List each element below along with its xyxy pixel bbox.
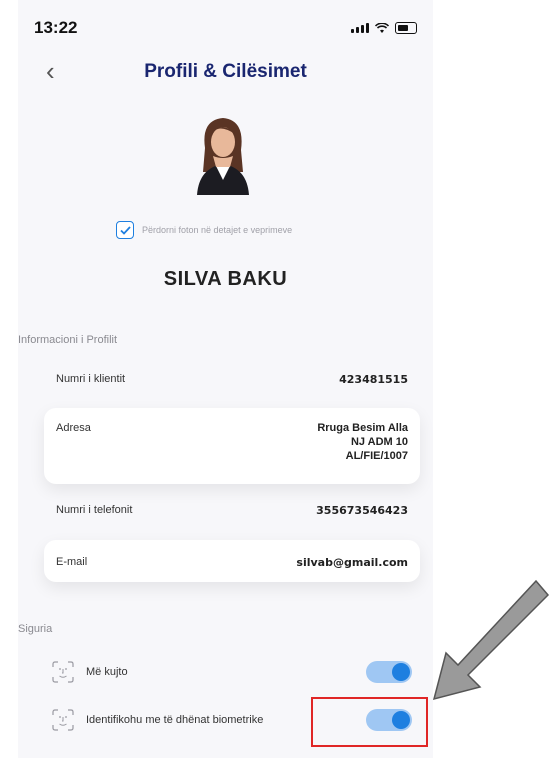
- phone-number-label: Numri i telefonit: [56, 504, 133, 516]
- address-label: Adresa: [56, 422, 91, 434]
- phone-number-value: 355673546423: [316, 504, 408, 517]
- address-row[interactable]: Adresa Rruga Besim Alla NJ ADM 10 AL/FIE…: [44, 408, 420, 484]
- status-time: 13:22: [34, 18, 78, 37]
- battery-icon: [395, 22, 417, 34]
- profile-name: SILVA BAKU: [163, 268, 288, 290]
- phone-number-row: Numri i telefonit 355673546423: [44, 504, 420, 518]
- photo-option-row: Përdorni foton në detajet e veprimeve: [116, 221, 292, 239]
- client-number-row: Numri i klientit 423481515: [44, 373, 420, 387]
- client-number-label: Numri i klientit: [56, 373, 126, 385]
- security-section-title: Siguria: [18, 623, 53, 635]
- photo-option-label: Përdorni foton në detajet e veprimeve: [142, 225, 293, 235]
- photo-option-checkbox[interactable]: [116, 221, 134, 239]
- address-value: Rruga Besim Alla NJ ADM 10 AL/FIE/1007: [317, 422, 408, 462]
- checkmark-icon: [119, 225, 131, 235]
- face-id-icon: [52, 661, 74, 683]
- email-label: E-mail: [56, 556, 88, 568]
- profile-photo[interactable]: [183, 110, 263, 195]
- profile-section-title: Informacioni i Profilit: [18, 334, 118, 346]
- page-title: Profili & Cilësimet: [144, 61, 307, 82]
- email-row[interactable]: E-mail silvab@gmail.com: [44, 540, 420, 582]
- face-id-icon: [52, 709, 74, 731]
- remember-me-label: Më kujto: [86, 666, 128, 678]
- pointer-arrow-icon: [432, 579, 550, 701]
- phone-screen: 13:22 ‹ Profili & Cilësimet Përdorni fot…: [18, 0, 433, 758]
- remember-me-row: Më kujto: [52, 661, 412, 683]
- remember-me-toggle[interactable]: [366, 661, 412, 683]
- status-icons: [351, 22, 417, 34]
- wifi-icon: [375, 22, 389, 33]
- email-value: silvab@gmail.com: [296, 556, 408, 569]
- signal-icon: [351, 23, 369, 33]
- client-number-value: 423481515: [339, 373, 408, 386]
